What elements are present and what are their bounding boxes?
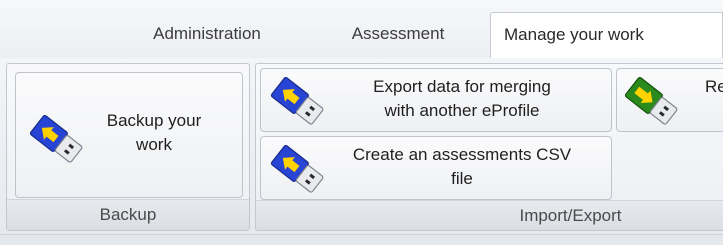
backup-your-work-button[interactable]: Backup your work	[15, 72, 243, 198]
usb-upload-icon	[267, 143, 327, 200]
import-export-group: Export data for merging with another ePr…	[255, 63, 723, 231]
backup-group-label: Backup	[7, 199, 249, 230]
backup-group: Backup your work Backup	[6, 63, 250, 231]
usb-upload-icon	[26, 113, 86, 170]
restore-button-label: Re	[705, 77, 723, 96]
tab-administration[interactable]: Administration	[132, 12, 282, 58]
export-button-label: Export data for merging with another ePr…	[373, 77, 551, 120]
usb-upload-icon	[267, 75, 327, 132]
create-assessments-csv-button[interactable]: Create an assessments CSV file	[260, 136, 612, 200]
ribbon-panel: Backup your work Backup Export data for …	[0, 58, 723, 234]
ribbon-tab-strip: Administration Assessment Manage your wo…	[0, 0, 723, 59]
tab-manage-your-work[interactable]: Manage your work	[490, 12, 723, 59]
usb-download-icon	[621, 75, 681, 132]
tab-assessment[interactable]: Assessment	[330, 12, 466, 58]
ribbon-bottom-border	[0, 234, 723, 245]
export-for-merging-button[interactable]: Export data for merging with another ePr…	[260, 68, 612, 132]
backup-button-label: Backup your work	[106, 111, 202, 154]
csv-button-label: Create an assessments CSV file	[352, 145, 572, 188]
import-export-group-label: Import/Export	[256, 200, 723, 230]
restore-button[interactable]: Re	[616, 68, 723, 132]
